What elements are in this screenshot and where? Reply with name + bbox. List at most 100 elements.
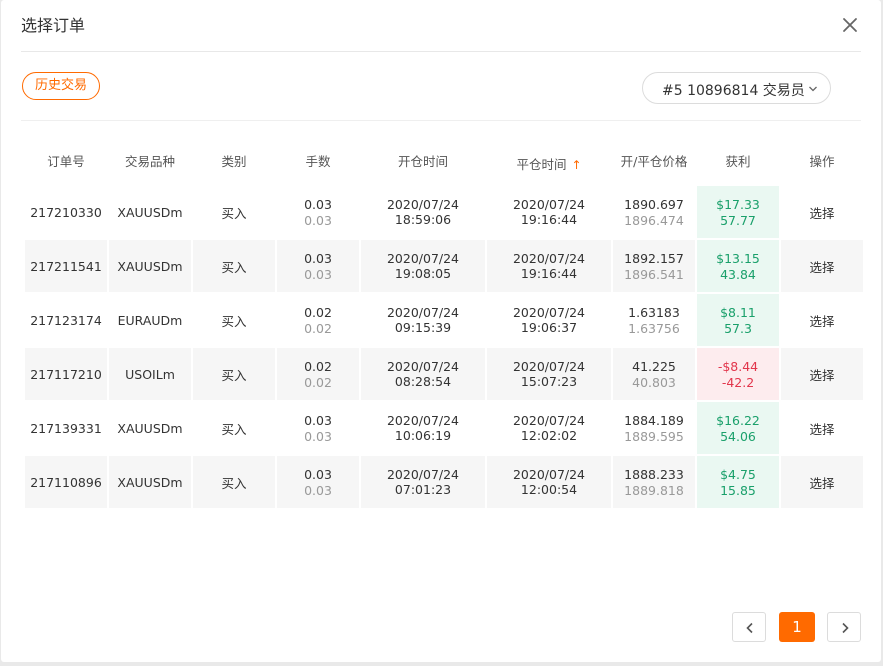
- close-price: 1889.595: [624, 428, 684, 444]
- account-select-value: #5 10896814 交易员: [662, 83, 805, 99]
- close-price: 40.803: [632, 374, 676, 390]
- select-order-button[interactable]: 选择: [781, 348, 863, 400]
- header-profit[interactable]: 获利: [697, 136, 779, 184]
- open-time: 2020/07/24 07:01:23: [361, 456, 485, 508]
- select-order-button[interactable]: 选择: [781, 240, 863, 292]
- symbol: XAUUSDm: [109, 456, 191, 508]
- profit-points: 57.77: [720, 212, 756, 228]
- profit-cell: $4.75 15.85: [697, 456, 779, 508]
- modal-title: 选择订单: [21, 16, 86, 35]
- order-number: 217139331: [25, 402, 107, 454]
- open-time: 2020/07/24 19:08:05: [361, 240, 485, 292]
- select-order-button[interactable]: 选择: [781, 456, 863, 508]
- order-number: 217110896: [25, 456, 107, 508]
- close-time: 2020/07/24 19:16:44: [487, 186, 611, 238]
- profit-points: 15.85: [720, 482, 756, 498]
- prev-page-button[interactable]: [732, 612, 766, 642]
- lots-cell: 0.03 0.03: [277, 186, 359, 238]
- page-1-button[interactable]: 1: [779, 612, 815, 642]
- close-icon: [843, 18, 857, 32]
- header-price[interactable]: 开/平仓价格: [613, 136, 695, 184]
- table-row[interactable]: 217210330 XAUUSDm 买入 0.03 0.03 2020/07/24 18:…: [25, 186, 863, 238]
- table-row[interactable]: 217139331 XAUUSDm 买入 0.03 0.03 2020/07/24 10:…: [25, 402, 863, 454]
- lots-closed: 0.02: [304, 374, 332, 390]
- sort-ascending-icon: ↑: [571, 157, 582, 172]
- symbol: EURAUDm: [109, 294, 191, 346]
- open-time: 2020/07/24 08:28:54: [361, 348, 485, 400]
- order-number: 217123174: [25, 294, 107, 346]
- lots: 0.03: [304, 412, 332, 428]
- trade-type: 买入: [193, 294, 275, 346]
- profit-cell: -$8.44 -42.2: [697, 348, 779, 400]
- select-order-modal: 选择订单 历史交易 #5 10896814 交易员 订单号 交易品种 类别 手数…: [1, 0, 881, 662]
- profit-cell: $8.11 57.3: [697, 294, 779, 346]
- close-price: 1.63756: [628, 320, 680, 336]
- open-time: 2020/07/24 09:15:39: [361, 294, 485, 346]
- history-trades-tag[interactable]: 历史交易: [22, 72, 101, 100]
- lots-closed: 0.02: [304, 320, 332, 336]
- orders-table: 订单号 交易品种 类别 手数 开仓时间 平仓时间 ↑ 开/平仓价格 获利 操作 2…: [23, 134, 865, 510]
- order-number: 217117210: [25, 348, 107, 400]
- account-select[interactable]: #5 10896814 交易员: [642, 72, 831, 104]
- profit-amount: $8.11: [720, 304, 756, 320]
- header-action: 操作: [781, 136, 863, 184]
- toolbar-divider: [21, 120, 861, 121]
- lots-closed: 0.03: [304, 266, 332, 282]
- open-price: 41.225: [632, 358, 676, 374]
- open-price: 1890.697: [624, 196, 684, 212]
- header-open-time[interactable]: 开仓时间: [361, 136, 485, 184]
- select-order-button[interactable]: 选择: [781, 294, 863, 346]
- trade-type: 买入: [193, 240, 275, 292]
- open-price: 1892.157: [624, 250, 684, 266]
- close-button[interactable]: [841, 16, 859, 34]
- modal-header: 选择订单: [1, 0, 881, 52]
- lots-cell: 0.03 0.03: [277, 402, 359, 454]
- symbol: USOILm: [109, 348, 191, 400]
- profit-amount: -$8.44: [717, 358, 759, 374]
- price-cell: 1884.189 1889.595: [613, 402, 695, 454]
- table-row[interactable]: 217117210 USOILm 买入 0.02 0.02 2020/07/24 08:2…: [25, 348, 863, 400]
- header-symbol[interactable]: 交易品种: [109, 136, 191, 184]
- trade-type: 买入: [193, 402, 275, 454]
- profit-cell: $17.33 57.77: [697, 186, 779, 238]
- table-row[interactable]: 217123174 EURAUDm 买入 0.02 0.02 2020/07/24 09:…: [25, 294, 863, 346]
- open-time: 2020/07/24 18:59:06: [361, 186, 485, 238]
- price-cell: 1888.233 1889.818: [613, 456, 695, 508]
- select-order-button[interactable]: 选择: [781, 186, 863, 238]
- table-row[interactable]: 217110896 XAUUSDm 买入 0.03 0.03 2020/07/24 07:…: [25, 456, 863, 508]
- chevron-down-icon: [809, 86, 817, 92]
- profit-amount: $13.15: [716, 250, 760, 266]
- lots: 0.03: [304, 466, 332, 482]
- close-time: 2020/07/24 12:00:54: [487, 456, 611, 508]
- close-time: 2020/07/24 19:06:37: [487, 294, 611, 346]
- header-lots[interactable]: 手数: [277, 136, 359, 184]
- header-close-time[interactable]: 平仓时间 ↑: [487, 136, 611, 184]
- open-price: 1888.233: [624, 466, 684, 482]
- price-cell: 1890.697 1896.474: [613, 186, 695, 238]
- select-order-button[interactable]: 选择: [781, 402, 863, 454]
- close-price: 1896.541: [624, 266, 684, 282]
- close-price: 1889.818: [624, 482, 684, 498]
- order-number: 217211541: [25, 240, 107, 292]
- open-time: 2020/07/24 10:06:19: [361, 402, 485, 454]
- profit-points: 57.3: [724, 320, 752, 336]
- lots: 0.02: [304, 304, 332, 320]
- symbol: XAUUSDm: [109, 186, 191, 238]
- header-close-time-label: 平仓时间: [516, 156, 567, 172]
- lots-closed: 0.03: [304, 482, 332, 498]
- header-order-number[interactable]: 订单号: [25, 136, 107, 184]
- lots-cell: 0.02 0.02: [277, 294, 359, 346]
- price-cell: 41.225 40.803: [613, 348, 695, 400]
- header-type[interactable]: 类别: [193, 136, 275, 184]
- lots-cell: 0.03 0.03: [277, 240, 359, 292]
- lots-closed: 0.03: [304, 212, 332, 228]
- profit-amount: $4.75: [720, 466, 756, 482]
- lots: 0.02: [304, 358, 332, 374]
- profit-points: 43.84: [720, 266, 756, 282]
- lots: 0.03: [304, 196, 332, 212]
- table-row[interactable]: 217211541 XAUUSDm 买入 0.03 0.03 2020/07/24 19:…: [25, 240, 863, 292]
- close-time: 2020/07/24 12:02:02: [487, 402, 611, 454]
- symbol: XAUUSDm: [109, 402, 191, 454]
- next-page-button[interactable]: [827, 612, 861, 642]
- profit-points: 54.06: [720, 428, 756, 444]
